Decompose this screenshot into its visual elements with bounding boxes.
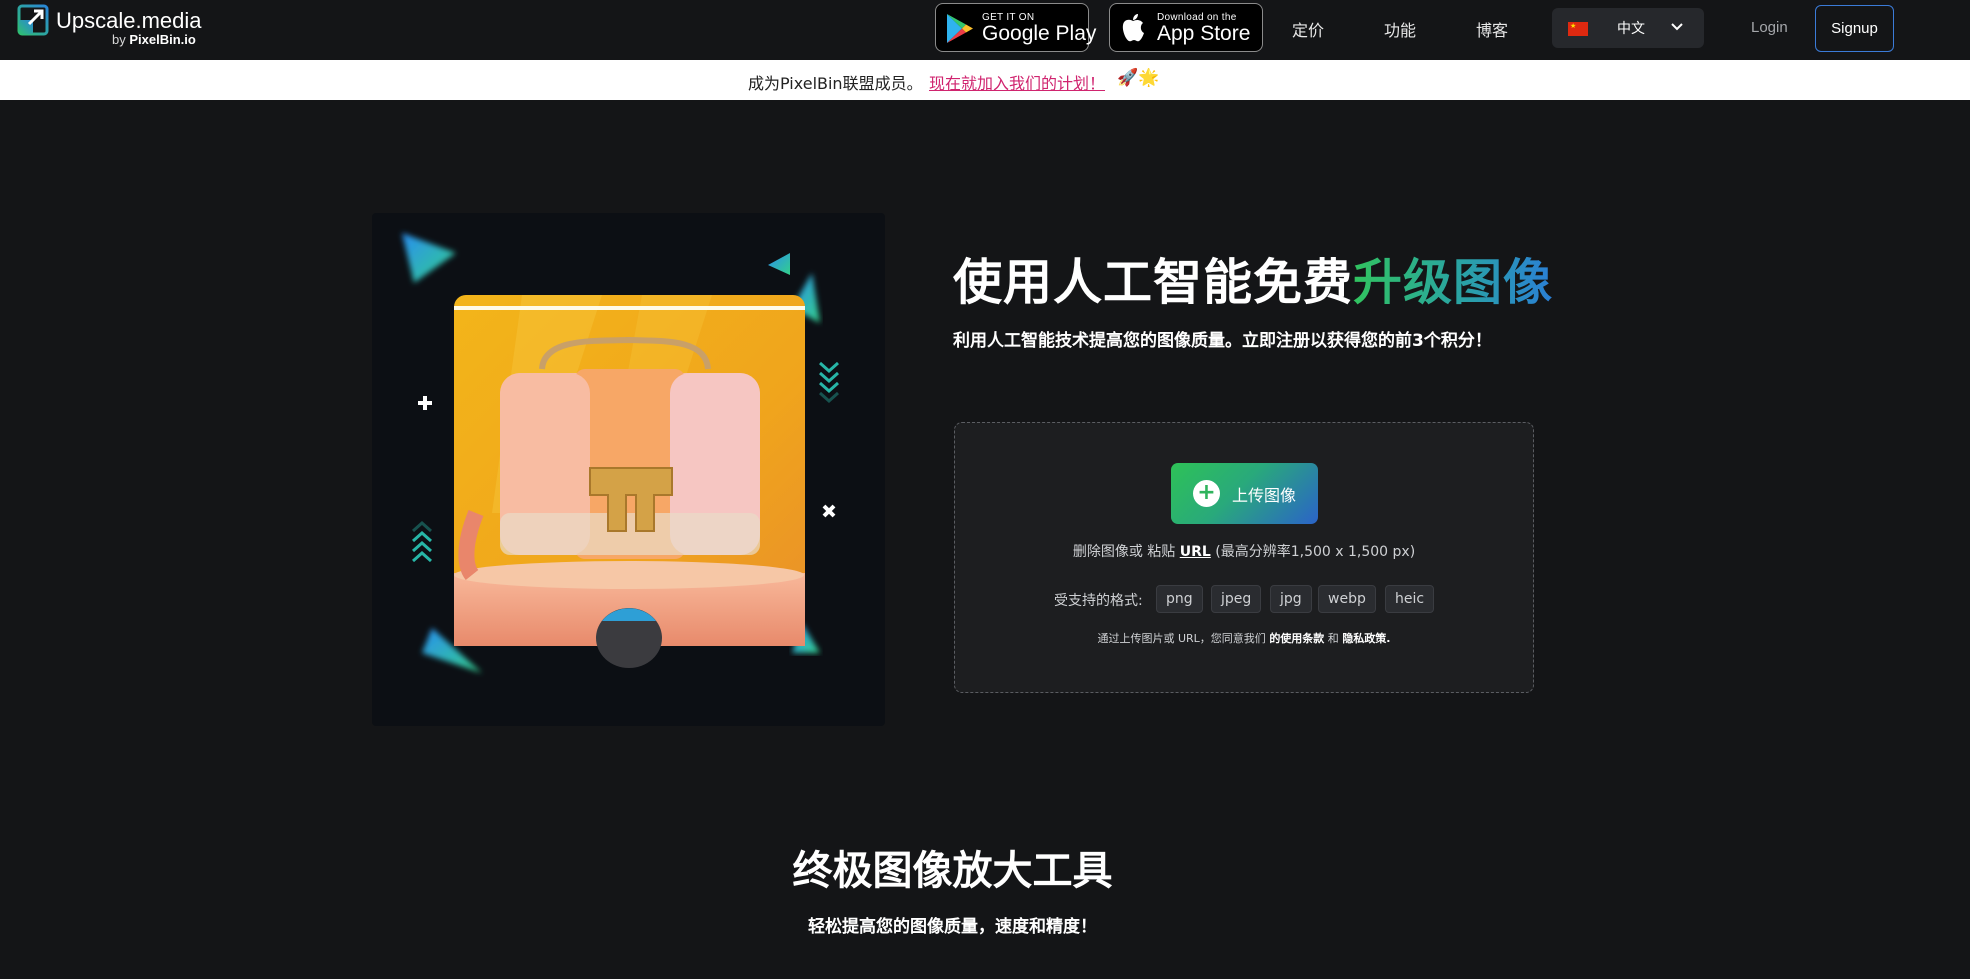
google-play-big-text: Google Play: [982, 22, 1097, 45]
headline-plain: 使用人工智能免费: [953, 254, 1354, 311]
terms-and: 和: [1324, 632, 1343, 645]
logo-mark-icon: [17, 4, 49, 36]
paste-prefix: 删除图像或 粘贴: [1072, 544, 1180, 560]
google-play-icon: [947, 14, 973, 43]
terms-of-use-link[interactable]: 的使用条款: [1269, 632, 1324, 645]
nav-features[interactable]: 功能: [1384, 17, 1416, 41]
section-subtitle: 轻松提高您的图像质量，速度和精度！: [808, 917, 1097, 937]
logo-name: Upscale.media: [56, 8, 202, 33]
format-chip: heic: [1385, 585, 1435, 613]
privacy-policy-link[interactable]: 隐私政策.: [1342, 632, 1390, 645]
format-chip: webp: [1318, 585, 1376, 613]
china-flag-icon: ★: [1568, 22, 1588, 36]
nav-blog[interactable]: 博客: [1476, 17, 1508, 41]
section-title: 终极图像放大工具: [792, 848, 1113, 894]
logo-by-prefix: by: [112, 32, 126, 47]
format-chip: jpg: [1270, 585, 1312, 613]
paste-url-link[interactable]: URL: [1180, 544, 1211, 560]
affiliate-banner: 成为PixelBin联盟成员。 现在就加入我们的计划！ 🚀🌟: [0, 60, 1970, 100]
banner-emoji: 🚀🌟: [1117, 68, 1160, 88]
paste-suffix: (最高分辨率1,500 x 1,500 px): [1210, 544, 1416, 560]
logo-byline: by PixelBin.io: [112, 32, 196, 47]
language-selector[interactable]: ★ 中文: [1552, 8, 1704, 48]
hero-headline: 使用人工智能免费升级图像: [953, 243, 1553, 314]
logo-by-brand: PixelBin.io: [129, 32, 196, 47]
upload-image-button[interactable]: + 上传图像: [1171, 463, 1318, 524]
format-chip: jpeg: [1211, 585, 1262, 613]
upscale-logo[interactable]: Upscale.media by PixelBin.io: [17, 4, 207, 50]
terms-prefix: 通过上传图片或 URL，您同意我们: [1097, 632, 1270, 645]
banner-join-link[interactable]: 现在就加入我们的计划！: [929, 70, 1105, 94]
banner-text: 成为PixelBin联盟成员。: [748, 74, 923, 93]
chevron-down-icon: [1671, 23, 1683, 31]
terms-notice: 通过上传图片或 URL，您同意我们 的使用条款 和 隐私政策.: [955, 630, 1533, 646]
apple-icon: [1122, 14, 1144, 42]
app-store-button[interactable]: Download on the App Store: [1109, 3, 1263, 52]
top-navbar: Upscale.media by PixelBin.io GET IT ON G…: [0, 0, 1970, 60]
format-chip: png: [1156, 585, 1203, 613]
google-play-button[interactable]: GET IT ON Google Play: [935, 3, 1096, 52]
headline-highlight: 升级图像: [1353, 254, 1554, 311]
upload-dropzone[interactable]: + 上传图像 删除图像或 粘贴 URL (最高分辨率1,500 x 1,500 …: [954, 422, 1534, 693]
login-link[interactable]: Login: [1751, 19, 1788, 36]
hero-illustration: [372, 213, 885, 726]
signup-button[interactable]: Signup: [1815, 5, 1894, 52]
paste-url-line: 删除图像或 粘贴 URL (最高分辨率1,500 x 1,500 px): [955, 541, 1533, 561]
upload-button-label: 上传图像: [1232, 486, 1297, 505]
nav-pricing[interactable]: 定价: [1292, 17, 1324, 41]
language-label: 中文: [1617, 21, 1645, 37]
handbag-illustration: [402, 233, 839, 673]
formats-label: 受支持的格式:: [1054, 593, 1143, 609]
hero-subheadline: 利用人工智能技术提高您的图像质量。立即注册以获得您的前3个积分！: [953, 331, 1492, 351]
app-store-big-text: App Store: [1157, 22, 1251, 45]
plus-icon: +: [1193, 480, 1220, 507]
